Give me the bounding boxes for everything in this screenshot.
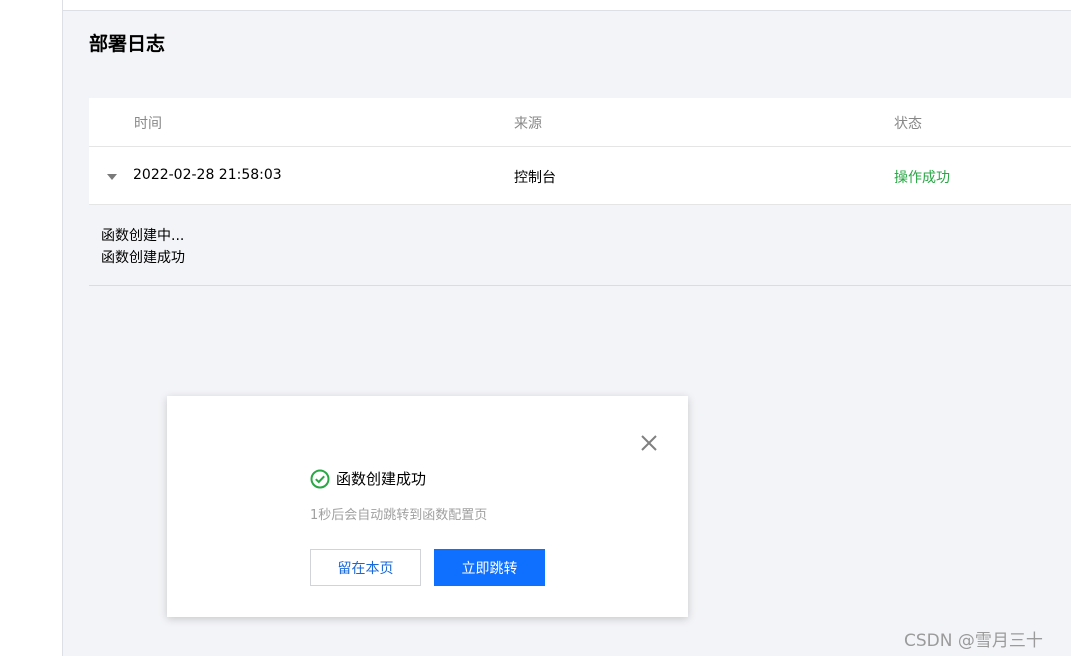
dialog-subtitle: 1秒后会自动跳转到函数配置页 [310, 508, 488, 523]
column-header-source: 来源 [514, 116, 542, 132]
log-line: 函数创建中... [101, 228, 185, 244]
row-time: 2022-02-28 21:58:03 [133, 167, 282, 183]
row-status: 操作成功 [894, 170, 950, 186]
table-row[interactable]: 2022-02-28 21:58:03 控制台 操作成功 [89, 147, 1071, 205]
stay-on-page-button[interactable]: 留在本页 [310, 549, 421, 586]
close-icon[interactable] [639, 433, 659, 453]
row-detail-log: 函数创建中... 函数创建成功 [89, 205, 1071, 286]
watermark: CSDN @雪月三十 [904, 631, 1043, 651]
check-circle-icon [310, 469, 330, 489]
top-bar [0, 0, 1071, 11]
success-dialog: 函数创建成功 1秒后会自动跳转到函数配置页 留在本页 立即跳转 [167, 396, 688, 617]
table-header: 时间 来源 状态 [89, 98, 1071, 147]
sidebar [0, 0, 63, 656]
deploy-log-table: 时间 来源 状态 2022-02-28 21:58:03 控制台 操作成功 函数… [89, 98, 1071, 286]
row-source: 控制台 [514, 170, 556, 186]
jump-now-button[interactable]: 立即跳转 [434, 549, 545, 586]
column-header-status: 状态 [894, 116, 922, 132]
page-title: 部署日志 [89, 33, 166, 55]
expand-caret-icon[interactable] [107, 174, 117, 180]
log-line: 函数创建成功 [101, 250, 185, 266]
column-header-time: 时间 [134, 116, 162, 132]
dialog-title: 函数创建成功 [336, 470, 427, 488]
